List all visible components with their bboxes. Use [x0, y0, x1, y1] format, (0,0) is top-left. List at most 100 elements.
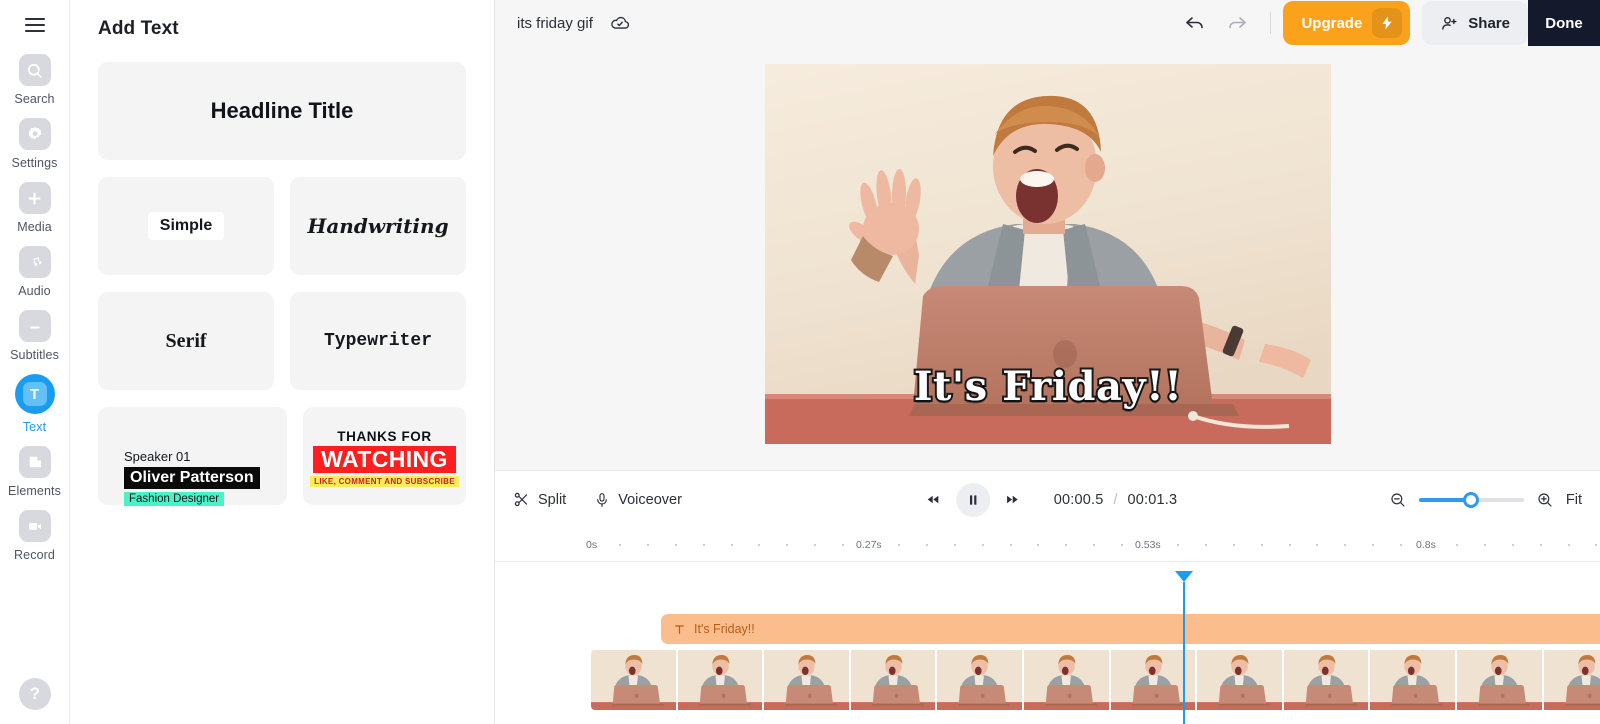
undo-button[interactable]: [1174, 2, 1216, 44]
video-preview[interactable]: It's Friday!!: [765, 64, 1331, 444]
text-template-speaker[interactable]: Speaker 01 Oliver Patterson Fashion Desi…: [98, 407, 287, 506]
text-template-headline[interactable]: Headline Title: [98, 62, 466, 160]
ruler-tick: [1121, 544, 1124, 546]
text-t-icon: [673, 623, 686, 636]
sidebar-item-elements[interactable]: Elements: [0, 446, 70, 498]
sidebar-item-media[interactable]: Media: [0, 182, 70, 234]
sidebar-item-label: Media: [17, 220, 52, 234]
filmstrip-thumbnail: [764, 650, 849, 710]
sidebar-item-subtitles[interactable]: Subtitles: [0, 310, 70, 362]
text-template-serif[interactable]: Serif: [98, 292, 274, 390]
cloud-saved-icon[interactable]: [609, 12, 631, 34]
filmstrip-thumbnail: [1283, 650, 1369, 710]
sidebar-item-text[interactable]: T Text: [0, 374, 70, 434]
ruler-label: 0.27s: [856, 539, 882, 551]
upgrade-label: Upgrade: [1301, 14, 1363, 32]
ruler-tick: [730, 544, 733, 546]
project-title[interactable]: its friday gif: [517, 15, 593, 32]
video-overlay-text[interactable]: It's Friday!!: [765, 361, 1331, 412]
share-button[interactable]: Share: [1422, 1, 1528, 45]
filmstrip-thumbnail: [677, 650, 763, 710]
sidebar-item-record[interactable]: Record: [0, 510, 70, 562]
add-person-icon: [1440, 14, 1459, 33]
redo-button[interactable]: [1216, 2, 1258, 44]
ruler-tick: [1288, 544, 1291, 546]
ruler-tick: [925, 544, 928, 546]
ruler-tick: [786, 544, 789, 546]
filmstrip-thumbnail: [1023, 650, 1109, 710]
text-template-handwriting[interactable]: Handwriting: [290, 177, 466, 275]
filmstrip-thumbnail: [850, 650, 936, 710]
panel-title: Add Text: [98, 18, 179, 39]
filmstrip-thumbnail: [591, 650, 676, 710]
gear-icon: [18, 118, 51, 150]
left-sidebar: Search Settings Media Audio Subtitles T …: [0, 0, 70, 724]
search-icon: [18, 54, 51, 86]
zoom-in-button[interactable]: [1536, 491, 1554, 509]
editor-main: its friday gif Upgrade Share Done It's F…: [495, 0, 1600, 724]
template-label: Simple: [147, 212, 225, 240]
sidebar-item-audio[interactable]: Audio: [0, 246, 70, 298]
timeline-ruler[interactable]: 0s 0.27s 0.53s 0.8s 1.07s 1.33s: [495, 528, 1600, 562]
rewind-button[interactable]: [918, 485, 948, 515]
template-label: Handwriting: [307, 214, 449, 238]
zoom-out-button[interactable]: [1389, 491, 1407, 509]
ruler-tick: [758, 544, 761, 546]
help-button[interactable]: ?: [19, 678, 51, 710]
template-label: Headline Title: [210, 98, 354, 123]
upgrade-button[interactable]: Upgrade: [1283, 1, 1411, 45]
timeline-text-clip[interactable]: It's Friday!!: [661, 614, 1600, 644]
template-label: Serif: [165, 329, 207, 352]
ruler-tick: [842, 544, 845, 546]
transport-controls: 00:00.5 / 00:01.3: [918, 482, 1178, 517]
zoom-slider[interactable]: [1418, 491, 1524, 508]
sidebar-item-search[interactable]: Search: [0, 54, 70, 106]
ruler-tick: [1037, 544, 1040, 546]
sidebar-item-label: Audio: [18, 284, 51, 298]
timeline-playhead[interactable]: [1175, 571, 1193, 724]
text-template-simple[interactable]: Simple: [98, 177, 274, 275]
ruler-tick: [953, 544, 956, 546]
ruler-tick: [814, 544, 817, 546]
ruler-label: 0.53s: [1135, 539, 1161, 551]
timeline-video-track[interactable]: [591, 650, 1600, 710]
ruler-tick: [1483, 544, 1486, 546]
ruler-tick: [1400, 544, 1403, 546]
sidebar-item-label: Settings: [11, 156, 58, 170]
ruler-tick: [1204, 544, 1207, 546]
voiceover-label: Voiceover: [618, 491, 682, 508]
filmstrip-thumbnail: [1543, 650, 1600, 710]
text-template-typewriter[interactable]: Typewriter: [290, 292, 466, 390]
ruler-tick: [1372, 544, 1375, 546]
sidebar-item-label: Elements: [8, 484, 61, 498]
ruler-tick: [1344, 544, 1347, 546]
sidebar-item-label: Subtitles: [10, 348, 59, 362]
voiceover-button[interactable]: Voiceover: [594, 492, 682, 508]
subtitles-icon: [18, 310, 51, 342]
ruler-tick: [702, 544, 705, 546]
hamburger-menu-button[interactable]: [18, 8, 52, 42]
toolbar-divider: [1270, 12, 1272, 34]
current-time: 00:00.5: [1053, 491, 1104, 508]
template-label: Typewriter: [323, 331, 433, 351]
shapes-icon: [18, 446, 51, 478]
template-thanks-line3: LIKE, COMMENT AND SUBSCRIBE: [310, 476, 459, 487]
ruler-tick: [618, 544, 621, 546]
timeline-tracks: It's Friday!!: [495, 562, 1600, 724]
fast-forward-button[interactable]: [998, 485, 1028, 515]
template-speaker-line2: Oliver Patterson: [124, 467, 260, 489]
ruler-tick: [1511, 544, 1514, 546]
text-template-thanks[interactable]: THANKS FOR WATCHING LIKE, COMMENT AND SU…: [303, 407, 466, 505]
filmstrip-thumbnail: [1197, 650, 1282, 710]
sidebar-item-settings[interactable]: Settings: [0, 118, 70, 170]
pause-button[interactable]: [955, 482, 990, 517]
zoom-slider-handle[interactable]: [1462, 491, 1479, 508]
text-t-icon: T: [14, 374, 55, 414]
ruler-tick: [1232, 544, 1235, 546]
filmstrip-thumbnail: [937, 650, 1022, 710]
video-camera-icon: [18, 510, 51, 542]
done-button[interactable]: Done: [1528, 0, 1600, 46]
ruler-tick: [897, 544, 900, 546]
split-button[interactable]: Split: [513, 491, 566, 508]
scissors-icon: [513, 491, 530, 508]
